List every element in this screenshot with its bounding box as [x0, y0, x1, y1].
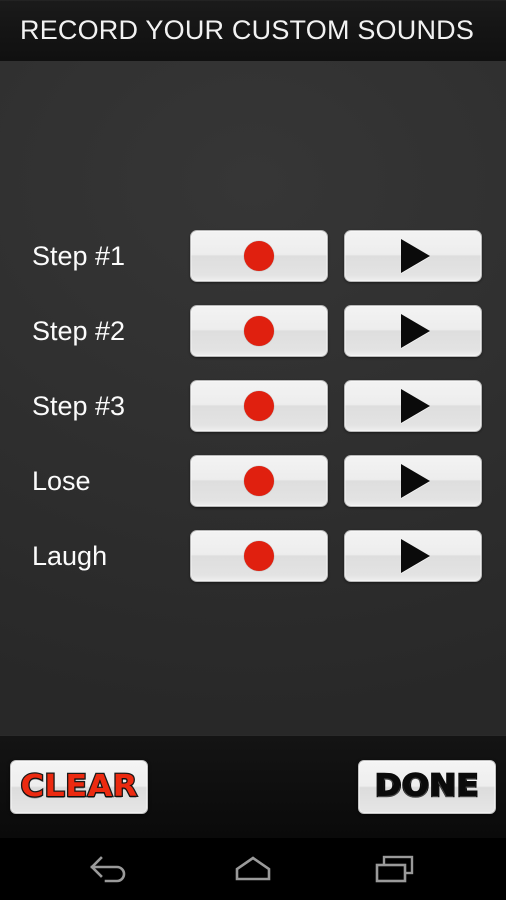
record-dot-icon — [244, 541, 274, 571]
record-button-step-1[interactable] — [190, 230, 328, 282]
play-button-step-3[interactable] — [344, 380, 482, 432]
clear-button-label: CLEAR — [19, 769, 138, 804]
record-button-lose[interactable] — [190, 455, 328, 507]
sound-row-label: Lose — [32, 465, 91, 496]
play-triangle-icon — [401, 239, 430, 273]
recent-apps-icon — [371, 852, 419, 886]
page-title: RECORD YOUR CUSTOM SOUNDS — [20, 15, 475, 45]
play-button-lose[interactable] — [344, 455, 482, 507]
sound-row: Step #3 — [0, 380, 506, 432]
record-dot-icon — [244, 241, 274, 271]
sound-row-label: Step #2 — [32, 315, 126, 346]
record-button-step-2[interactable] — [190, 305, 328, 357]
record-dot-icon — [244, 316, 274, 346]
clear-button[interactable]: CLEAR — [10, 760, 148, 814]
play-triangle-icon — [401, 389, 430, 423]
title-bar: RECORD YOUR CUSTOM SOUNDS — [0, 0, 506, 61]
app-screen: RECORD YOUR CUSTOM SOUNDS Step #1 Step #… — [0, 0, 506, 900]
home-icon — [229, 852, 277, 886]
sound-row: Step #2 — [0, 305, 506, 357]
back-button[interactable] — [76, 846, 146, 892]
sound-row: Laugh — [0, 530, 506, 582]
sound-row-label: Step #3 — [32, 390, 126, 421]
record-dot-icon — [244, 391, 274, 421]
sound-row: Lose — [0, 455, 506, 507]
done-button[interactable]: DONE — [358, 760, 496, 814]
home-button[interactable] — [218, 846, 288, 892]
recent-apps-button[interactable] — [360, 846, 430, 892]
main-content: Step #1 Step #2 Step #3 Lose Laugh — [0, 61, 506, 735]
system-navigation-bar — [0, 838, 506, 900]
sound-row: Step #1 — [0, 230, 506, 282]
back-arrow-icon — [87, 852, 135, 886]
sound-row-label: Laugh — [32, 540, 108, 571]
play-triangle-icon — [401, 464, 430, 498]
action-bar: CLEAR DONE — [0, 735, 506, 838]
record-dot-icon — [244, 466, 274, 496]
play-button-laugh[interactable] — [344, 530, 482, 582]
play-triangle-icon — [401, 539, 430, 573]
sound-rows-list: Step #1 Step #2 Step #3 Lose Laugh — [0, 230, 506, 605]
play-button-step-1[interactable] — [344, 230, 482, 282]
done-button-label: DONE — [374, 769, 480, 804]
play-button-step-2[interactable] — [344, 305, 482, 357]
sound-row-label: Step #1 — [32, 240, 126, 271]
record-button-step-3[interactable] — [190, 380, 328, 432]
record-button-laugh[interactable] — [190, 530, 328, 582]
play-triangle-icon — [401, 314, 430, 348]
